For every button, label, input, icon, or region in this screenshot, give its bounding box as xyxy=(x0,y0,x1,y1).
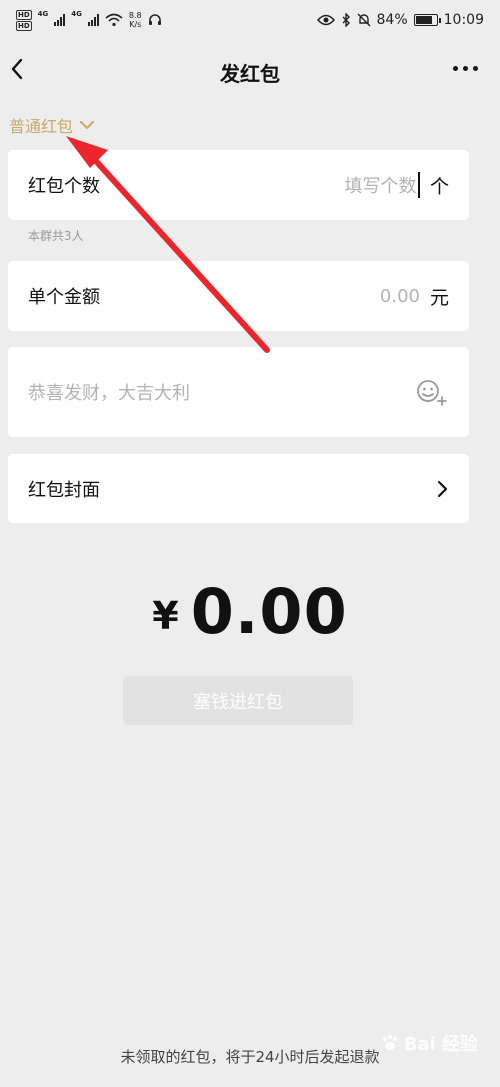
cover-label: 红包封面 xyxy=(28,479,100,501)
packet-type-label: 普通红包 xyxy=(9,117,74,136)
currency-symbol: ¥ xyxy=(152,594,179,638)
amount-unit: 元 xyxy=(429,286,449,309)
chevron-right-icon xyxy=(437,480,448,497)
nav-bar: 发红包 xyxy=(0,40,500,100)
battery-icon xyxy=(413,14,441,26)
eye-icon xyxy=(316,14,335,26)
hd-badge: HD xyxy=(16,9,32,20)
more-dot xyxy=(463,66,468,71)
wifi-icon xyxy=(105,13,123,27)
emoji-button[interactable] xyxy=(415,377,449,407)
network-type-label: 4G xyxy=(37,9,49,18)
quantity-label: 红包个数 xyxy=(28,176,100,197)
bluetooth-icon xyxy=(342,13,350,27)
network-type-label: 4G xyxy=(71,9,82,18)
hd-badges: HD HD xyxy=(16,9,32,31)
signal-icon xyxy=(87,14,99,26)
quantity-unit: 个 xyxy=(429,175,449,198)
send-red-packet-button[interactable]: 塞钱进红包 xyxy=(123,676,353,725)
speed-value: 8.8 xyxy=(128,11,142,20)
watermark: Bai 经验 xyxy=(380,1030,478,1056)
quantity-card[interactable]: 红包个数 填写个数 个 xyxy=(8,150,469,220)
status-bar: HD HD 4G 4G 8.8 K/s 84% 10:09 xyxy=(0,0,500,40)
speed-unit: K/s xyxy=(129,20,142,29)
status-right: 84% 10:09 xyxy=(316,12,484,28)
amount-card[interactable]: 单个金额 0.00 元 xyxy=(8,261,469,331)
more-dot xyxy=(473,66,478,71)
more-dot xyxy=(453,66,458,71)
group-member-note: 本群共3人 xyxy=(28,229,84,243)
battery-percent: 84% xyxy=(376,12,408,28)
signal-icon xyxy=(54,14,66,26)
quantity-input-group[interactable]: 填写个数 个 xyxy=(344,172,449,199)
greeting-card[interactable]: 恭喜发财，大吉大利 xyxy=(8,347,469,437)
watermark-text: Bai 经验 xyxy=(403,1034,478,1055)
total-amount: ¥ 0.00 xyxy=(0,575,500,648)
emoji-add-icon xyxy=(417,380,447,406)
text-caret xyxy=(418,172,420,198)
network-speed: 8.8 K/s xyxy=(129,11,142,29)
amount-label: 单个金额 xyxy=(28,287,100,308)
amount-input-group[interactable]: 0.00 元 xyxy=(380,283,449,310)
more-options-button[interactable] xyxy=(453,66,478,71)
cover-chevron xyxy=(435,479,449,499)
mute-bell-icon xyxy=(357,13,371,27)
status-left: HD HD 4G 4G 8.8 K/s xyxy=(16,9,162,31)
greeting-input[interactable]: 恭喜发财，大吉大利 xyxy=(28,379,190,405)
total-amount-value: 0.00 xyxy=(190,575,348,648)
paw-logo-icon xyxy=(382,1034,397,1050)
quantity-input[interactable]: 填写个数 xyxy=(344,172,416,198)
clock-time: 10:09 xyxy=(443,12,484,28)
hd-badge: HD xyxy=(16,20,32,31)
amount-input[interactable]: 0.00 xyxy=(380,286,420,307)
chevron-down-icon xyxy=(80,121,95,129)
page-title: 发红包 xyxy=(220,62,280,86)
headset-icon xyxy=(148,14,161,25)
cover-card[interactable]: 红包封面 xyxy=(8,454,469,523)
packet-type-selector[interactable]: 普通红包 xyxy=(9,113,95,137)
